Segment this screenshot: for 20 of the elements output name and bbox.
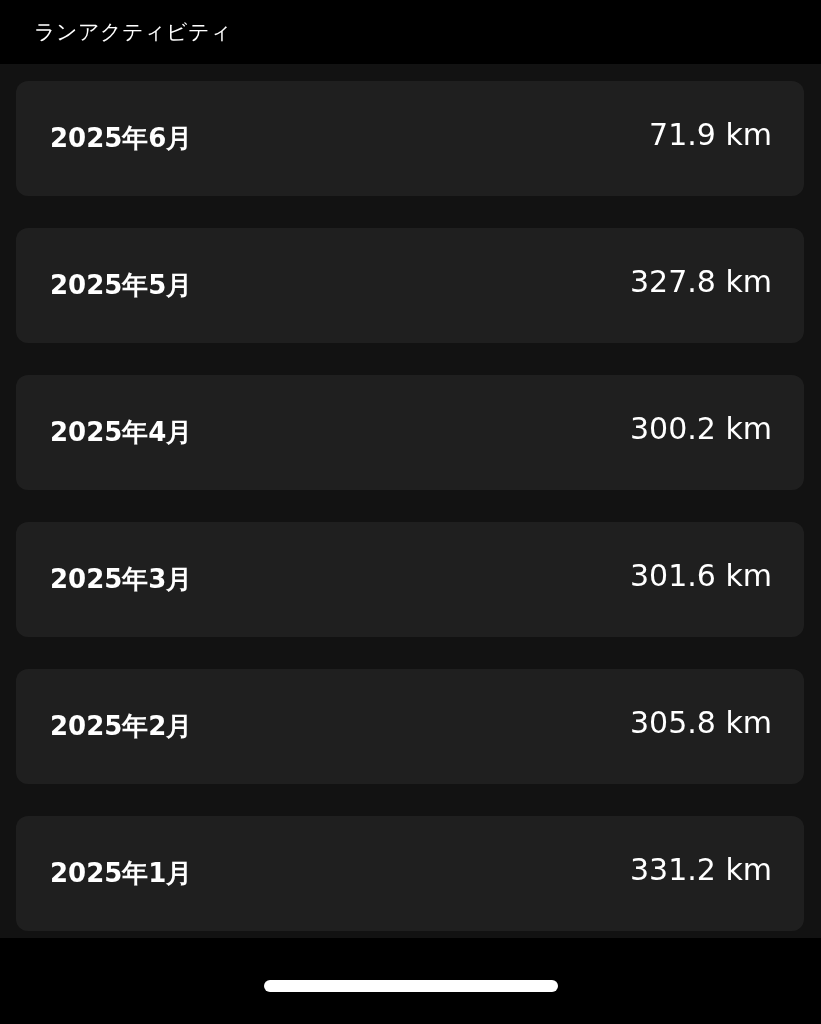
month-label: 2025年4月 (50, 416, 193, 449)
distance-value: 305.8 km (629, 705, 772, 740)
month-card[interactable]: 2025年6月 71.9 km (16, 81, 804, 196)
month-card[interactable]: 2025年3月 301.6 km (16, 522, 804, 637)
month-card[interactable]: 2025年1月 331.2 km (16, 816, 804, 931)
month-label: 2025年6月 (50, 122, 193, 155)
distance-value: 331.2 km (629, 852, 772, 887)
distance-value: 300.2 km (629, 411, 772, 446)
month-label: 2025年5月 (50, 269, 193, 302)
distance-value: 327.8 km (629, 264, 772, 299)
screen-title: ランアクティビティ (34, 19, 232, 46)
home-indicator[interactable] (263, 980, 558, 992)
month-label: 2025年1月 (50, 857, 193, 890)
month-label: 2025年2月 (50, 710, 193, 743)
distance-value: 71.9 km (649, 117, 772, 152)
month-card[interactable]: 2025年2月 305.8 km (16, 669, 804, 784)
distance-value: 301.6 km (629, 558, 772, 593)
month-card[interactable]: 2025年5月 327.8 km (16, 228, 804, 343)
month-card[interactable]: 2025年4月 300.2 km (16, 375, 804, 490)
month-label: 2025年3月 (50, 563, 193, 596)
